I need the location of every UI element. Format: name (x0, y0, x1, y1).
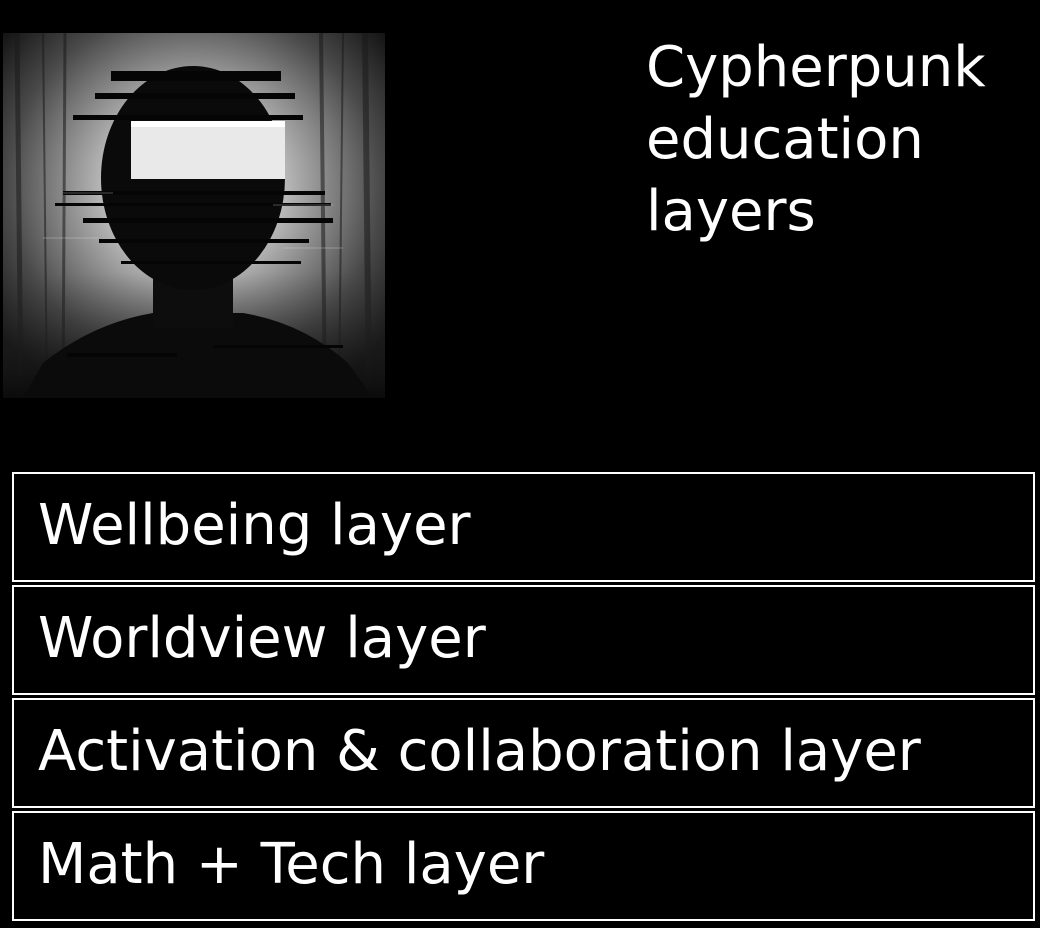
layer-list: Wellbeing layer Worldview layer Activati… (12, 472, 1035, 921)
layer-item-activation-collaboration[interactable]: Activation & collaboration layer (12, 698, 1035, 808)
page-title: Cypherpunk education layers (646, 35, 986, 244)
layer-item-math-tech[interactable]: Math + Tech layer (12, 811, 1035, 921)
layer-item-worldview[interactable]: Worldview layer (12, 585, 1035, 695)
glitch-portrait-image (3, 33, 385, 398)
layer-item-wellbeing[interactable]: Wellbeing layer (12, 472, 1035, 582)
